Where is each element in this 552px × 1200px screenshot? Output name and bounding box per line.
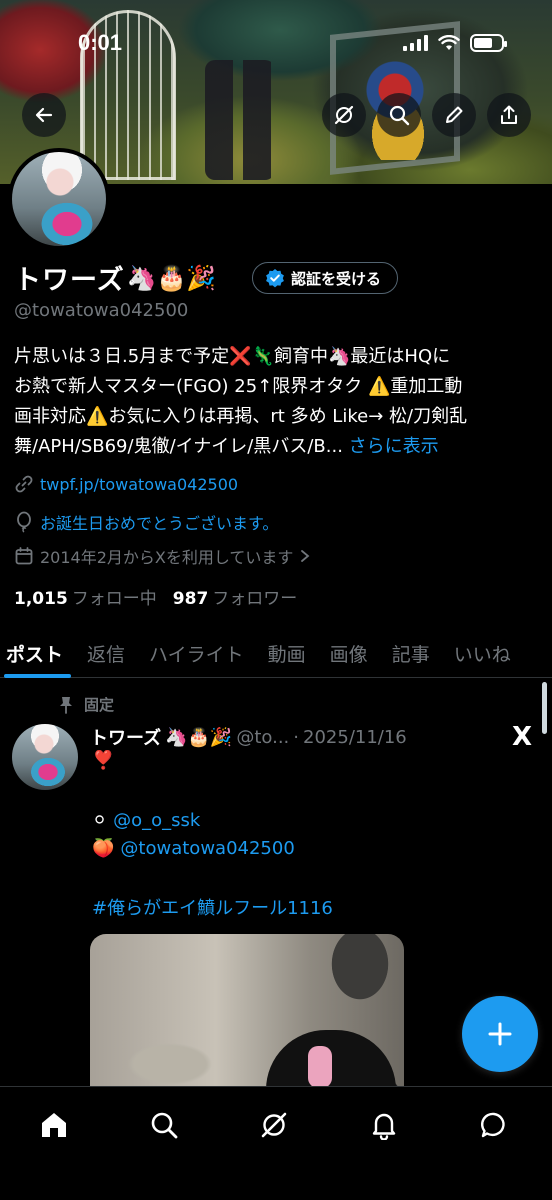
profile-website[interactable]: twpf.jp/towatowa042500: [14, 474, 238, 494]
following-count: 1,015: [14, 589, 68, 609]
post-mention-line: ⚪ @o_o_ssk: [92, 810, 200, 831]
following-label: フォロー中: [71, 589, 157, 609]
post-author-avatar[interactable]: [12, 724, 78, 790]
post-header: トワーズ 🦄🎂🎉 @to... · 2025/11/16: [90, 724, 407, 750]
post-hashtag[interactable]: #俺らがエイ鱝ルフール1116: [92, 894, 333, 920]
nav-messages-button[interactable]: [474, 1105, 514, 1145]
home-icon: [42, 1113, 66, 1137]
name-emojis: 🦄🎂🎉: [126, 263, 217, 292]
search-icon: [389, 105, 410, 126]
get-verified-button[interactable]: 認証を受ける: [252, 262, 399, 294]
bottom-navigation: [0, 1086, 552, 1200]
followers-link[interactable]: 987 フォロワー: [173, 584, 298, 609]
cellular-signal-icon: [403, 35, 428, 51]
post-mention-line: 🍑 @towatowa042500: [92, 838, 295, 859]
mention-emoji: 🍑: [92, 838, 115, 859]
back-button[interactable]: [22, 93, 66, 137]
calendar-icon: [15, 547, 33, 565]
grok-icon: [334, 105, 354, 125]
battery-icon: [470, 34, 507, 52]
pinned-indicator: 固定: [58, 694, 114, 715]
tab-replies[interactable]: 返信: [75, 628, 137, 678]
search-button[interactable]: [377, 93, 421, 137]
post-media-image[interactable]: [90, 934, 404, 1104]
post-heart-emoji: ❣️: [92, 750, 115, 771]
mention-link[interactable]: @towatowa042500: [120, 838, 294, 859]
post-author-handle[interactable]: @to...: [236, 727, 289, 748]
wifi-icon: [438, 35, 460, 50]
pencil-icon: [446, 106, 463, 123]
chevron-right-icon: [301, 550, 310, 562]
tab-likes[interactable]: いいね: [442, 628, 523, 678]
bio-last-line: 舞/APH/SB69/鬼徹/イナイレ/黒バス/B... さらに表示: [14, 432, 542, 462]
pinned-label: 固定: [84, 696, 115, 714]
followers-count: 987: [172, 589, 209, 609]
profile-handle: @towatowa042500: [14, 300, 189, 321]
birthday-message: お誕生日おめでとうございます。: [40, 514, 279, 533]
profile-tabs: ポスト 返信 ハイライト 動画 画像 記事 いいね: [0, 628, 552, 678]
post-separator: ·: [293, 726, 300, 748]
mention-link[interactable]: @o_o_ssk: [113, 810, 200, 831]
display-name: トワーズ: [14, 265, 125, 296]
bio-line: 舞/APH/SB69/鬼徹/イナイレ/黒バス/B...: [14, 436, 343, 457]
search-icon: [151, 1112, 178, 1139]
tab-photos[interactable]: 画像: [318, 628, 380, 678]
post-author-name[interactable]: トワーズ: [90, 724, 161, 750]
bio-show-more-link[interactable]: さらに表示: [349, 436, 439, 457]
get-verified-label: 認証を受ける: [291, 269, 382, 288]
x-logo-icon[interactable]: X: [512, 722, 532, 752]
compose-post-button[interactable]: [462, 996, 538, 1072]
mention-emoji: ⚪: [92, 810, 108, 831]
pin-icon: [60, 696, 72, 714]
bio-line: お熱で新人マスター(FGO) 25↑限界オタク ⚠️重加工動: [14, 376, 463, 397]
edit-button[interactable]: [432, 93, 476, 137]
share-icon: [501, 105, 517, 124]
nav-notifications-button[interactable]: [364, 1105, 404, 1145]
share-button[interactable]: [487, 93, 531, 137]
followers-label: フォロワー: [212, 589, 298, 609]
tab-articles[interactable]: 記事: [380, 628, 442, 678]
bio-line: 画非対応⚠️お気に入りは再掲、rt 多め Like→ 松/刀剣乱: [14, 406, 468, 427]
follow-counts: 1,015 フォロー中 987 フォロワー: [14, 584, 297, 609]
scrollbar[interactable]: [542, 682, 547, 734]
website-link[interactable]: twpf.jp/towatowa042500: [40, 475, 238, 494]
joined-text: 2014年2月からXを利用しています: [40, 548, 294, 567]
verified-badge-icon: [266, 269, 284, 288]
status-icons: [403, 34, 507, 52]
grok-button[interactable]: [322, 93, 366, 137]
status-time: 0:01: [78, 30, 123, 55]
profile-name-row: トワーズ 🦄🎂🎉: [14, 258, 216, 297]
plus-icon: [488, 1022, 512, 1046]
profile-birthday: お誕生日おめでとうございます。: [14, 510, 278, 534]
grok-icon: [261, 1112, 287, 1138]
profile-bio: 片思いは３日.5月まで予定❌🦎飼育中🦄最近はHQに お熱で新人マスター(FGO)…: [14, 342, 542, 462]
profile-joined-date[interactable]: 2014年2月からXを利用しています: [14, 544, 311, 568]
balloon-icon: [17, 511, 31, 533]
post-date[interactable]: 2025/11/16: [303, 727, 407, 748]
following-link[interactable]: 1,015 フォロー中: [14, 584, 157, 609]
bell-icon: [372, 1113, 396, 1140]
status-bar: 0:01: [0, 0, 552, 80]
link-icon: [15, 475, 33, 493]
nav-home-button[interactable]: [34, 1105, 74, 1145]
tab-posts[interactable]: ポスト: [0, 628, 75, 678]
arrow-left-icon: [35, 107, 53, 123]
post-author-emojis: 🦄🎂🎉: [165, 726, 233, 748]
bio-line: 片思いは３日.5月まで予定❌🦎飼育中🦄最近はHQに: [14, 346, 451, 367]
chat-icon: [480, 1112, 505, 1138]
tab-highlights[interactable]: ハイライト: [137, 628, 256, 678]
profile-avatar[interactable]: [8, 148, 110, 250]
post-text-line: ❣️: [92, 750, 114, 771]
nav-grok-button[interactable]: [254, 1105, 294, 1145]
tab-videos[interactable]: 動画: [256, 628, 318, 678]
nav-search-button[interactable]: [144, 1105, 184, 1145]
